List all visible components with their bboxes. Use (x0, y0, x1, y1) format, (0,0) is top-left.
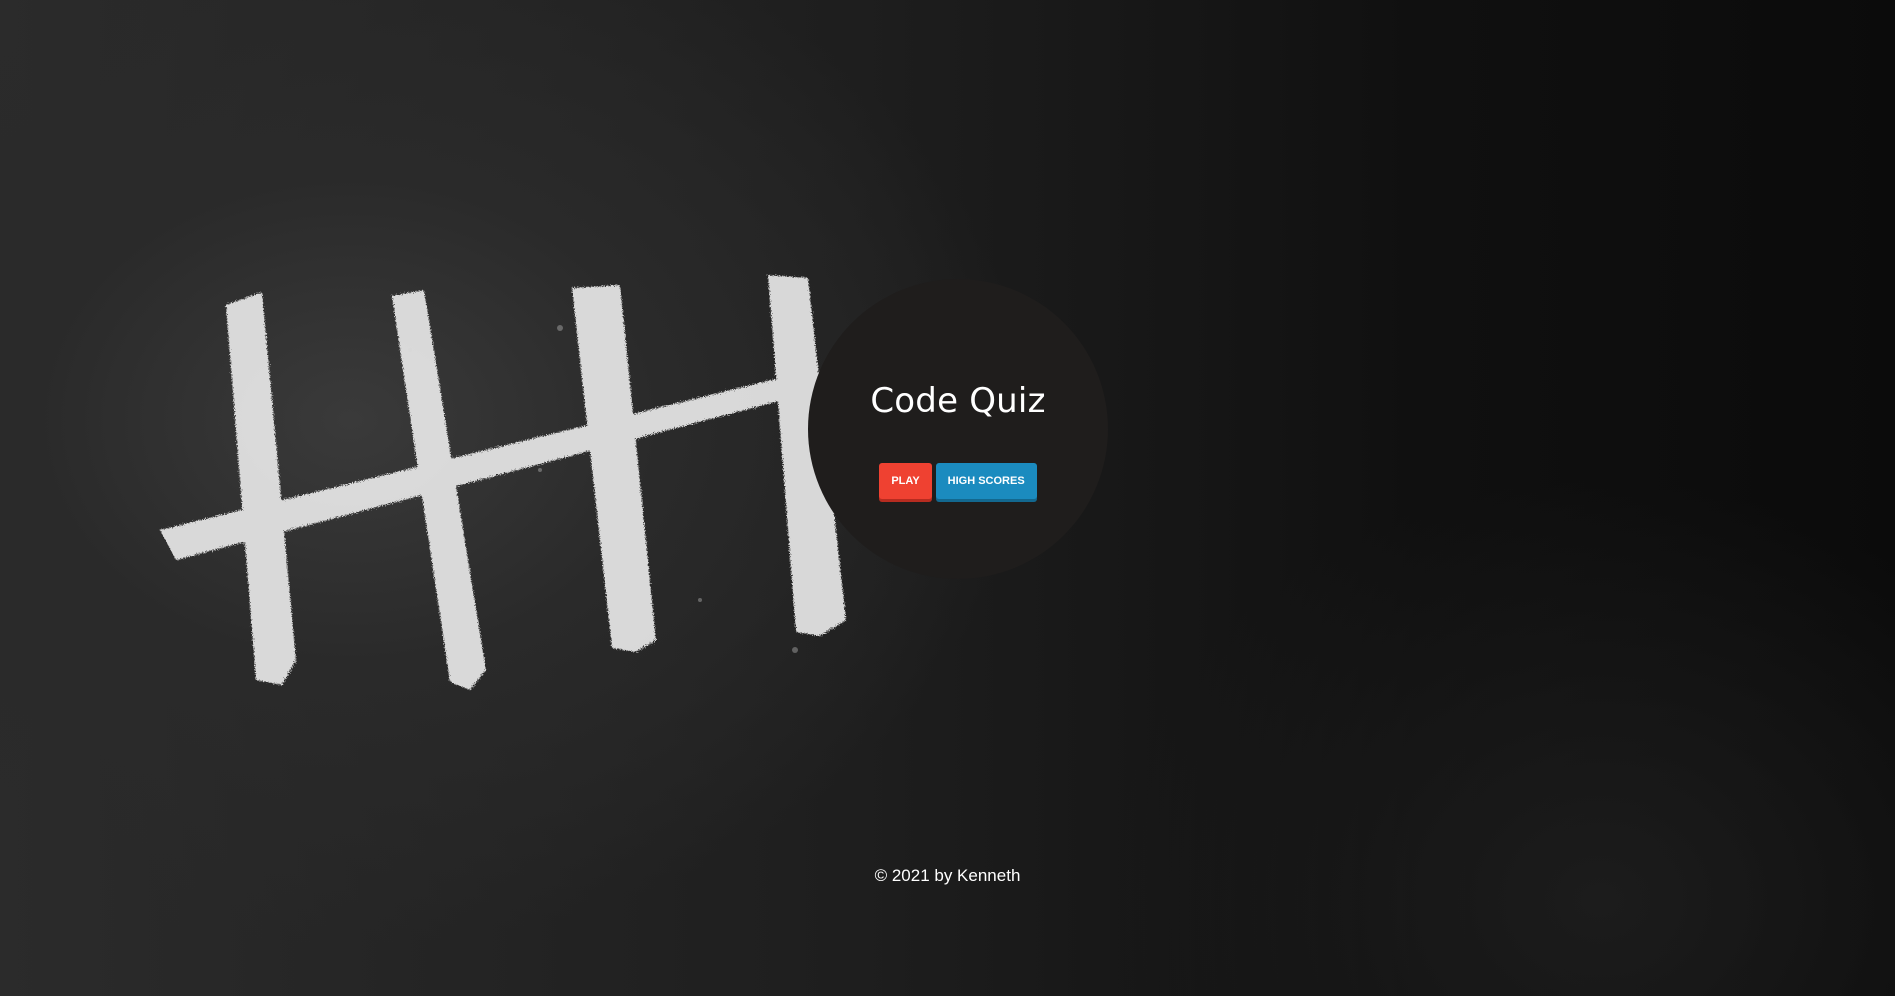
quiz-menu-circle: Code Quiz PLAY HIGH SCORES (808, 279, 1108, 579)
menu-button-row: PLAY HIGH SCORES (808, 463, 1108, 499)
play-button[interactable]: PLAY (879, 463, 932, 499)
high-scores-button[interactable]: HIGH SCORES (935, 463, 1037, 499)
footer-copyright: © 2021 by Kenneth (874, 866, 1021, 885)
page-title: Code Quiz (870, 381, 1046, 421)
